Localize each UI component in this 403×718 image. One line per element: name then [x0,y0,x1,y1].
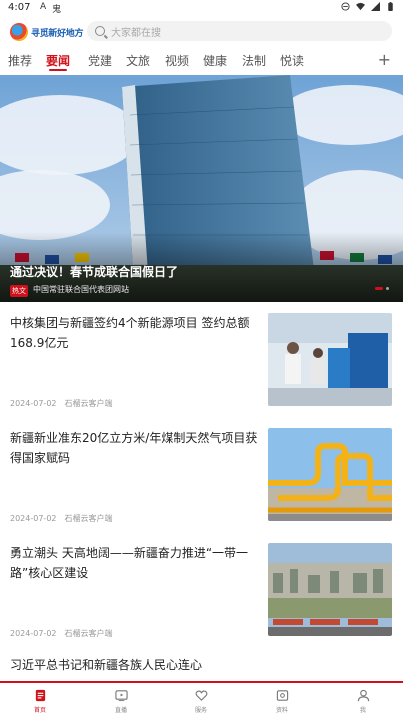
list-item[interactable]: 中核集团与新疆签约4个新能源项目 签约总额168.9亿元 2024-07-02 石… [0,313,403,423]
news-source: 石榴云客户端 [64,514,113,523]
news-meta: 2024-07-02 石榴云客户端 [10,513,113,524]
status-notification-icons: A 鬼 [40,2,61,15]
news-meta: 2024-07-02 石榴云客户端 [10,398,113,409]
news-title-single[interactable]: 习近平总书记和新疆各族人民心连心 [10,656,202,673]
status-bar: 4:07 A 鬼 [0,0,403,16]
status-system-icons [341,2,395,11]
nav-archive[interactable]: 资料 [252,689,312,714]
status-ghost-icon: 鬼 [52,5,62,15]
signal-icon [371,2,380,11]
hero-source: 中国常驻联合国代表团网站 [33,285,129,294]
app-logo[interactable]: 寻觅新好地方 [10,23,84,41]
carousel-indicator [375,287,389,290]
status-time: 4:07 [8,2,31,13]
bottom-navigation: 首页 直播 服务 资料 我 [0,681,403,718]
logo-text: 寻觅新好地方 [31,28,84,39]
nav-me-label: 我 [359,707,366,714]
app-header: 寻觅新好地方 大家都在搜 [0,16,403,48]
news-date: 2024-07-02 [10,629,57,638]
wifi-icon [356,2,365,11]
nav-home-label: 首页 [33,707,46,714]
hero-banner[interactable]: 通过决议！春节成联合国假日了 热文 中国常驻联合国代表团网站 [0,75,403,302]
nav-me[interactable]: 我 [333,689,393,714]
tab-party-building[interactable]: 党建 [88,52,112,69]
user-icon [357,689,369,702]
active-tab-indicator [49,69,67,71]
nav-home[interactable]: 首页 [10,689,70,714]
list-item[interactable]: 新疆新业准东20亿立方米/年煤制天然气项目获得国家赋码 2024-07-02 石榴… [0,428,403,538]
logo-emblem-icon [10,23,28,41]
news-source: 石榴云客户端 [64,629,113,638]
search-icon [95,26,105,36]
news-date: 2024-07-02 [10,514,57,523]
carousel-dot-active [375,287,383,290]
tab-video[interactable]: 视频 [165,52,189,69]
carousel-dot [386,287,389,290]
search-input[interactable]: 大家都在搜 [87,21,392,41]
battery-icon [388,2,393,11]
hero-title[interactable]: 通过决议！春节成联合国假日了 [10,263,178,280]
nav-service-label: 服务 [194,707,207,714]
tab-culture-tourism[interactable]: 文旅 [126,52,150,69]
channel-tabs: 推荐 要闻 党建 文旅 视频 健康 法制 悦读 + [0,48,403,72]
news-thumbnail [268,313,392,406]
news-title[interactable]: 新疆新业准东20亿立方米/年煤制天然气项目获得国家赋码 [10,428,260,468]
nav-live[interactable]: 直播 [91,689,151,714]
news-title[interactable]: 中核集团与新疆签约4个新能源项目 签约总额168.9亿元 [10,313,260,353]
news-thumbnail [268,543,392,636]
tab-reading[interactable]: 悦读 [280,52,304,69]
do-not-disturb-icon [341,2,350,11]
tab-law[interactable]: 法制 [242,52,266,69]
nav-live-label: 直播 [114,707,127,714]
news-meta: 2024-07-02 石榴云客户端 [10,628,113,639]
hot-badge: 热文 [10,285,28,297]
search-placeholder: 大家都在搜 [111,27,161,39]
news-source: 石榴云客户端 [64,399,113,408]
news-title[interactable]: 勇立潮头 天高地阔——新疆奋力推进“一带一路”核心区建设 [10,543,260,583]
news-thumbnail [268,428,392,521]
service-heart-icon [195,690,207,701]
tab-health[interactable]: 健康 [203,52,227,69]
list-item[interactable]: 勇立潮头 天高地阔——新疆奋力推进“一带一路”核心区建设 2024-07-02 石… [0,543,403,653]
tab-recommend[interactable]: 推荐 [8,52,32,69]
status-a-icon: A [40,2,47,12]
archive-icon [276,690,288,701]
home-doc-icon [35,689,45,702]
news-date: 2024-07-02 [10,399,57,408]
nav-archive-label: 资料 [275,707,288,714]
nav-service[interactable]: 服务 [171,689,231,714]
live-tv-icon [114,690,128,702]
add-channel-icon[interactable]: + [378,50,391,69]
tab-headlines[interactable]: 要闻 [46,52,70,69]
